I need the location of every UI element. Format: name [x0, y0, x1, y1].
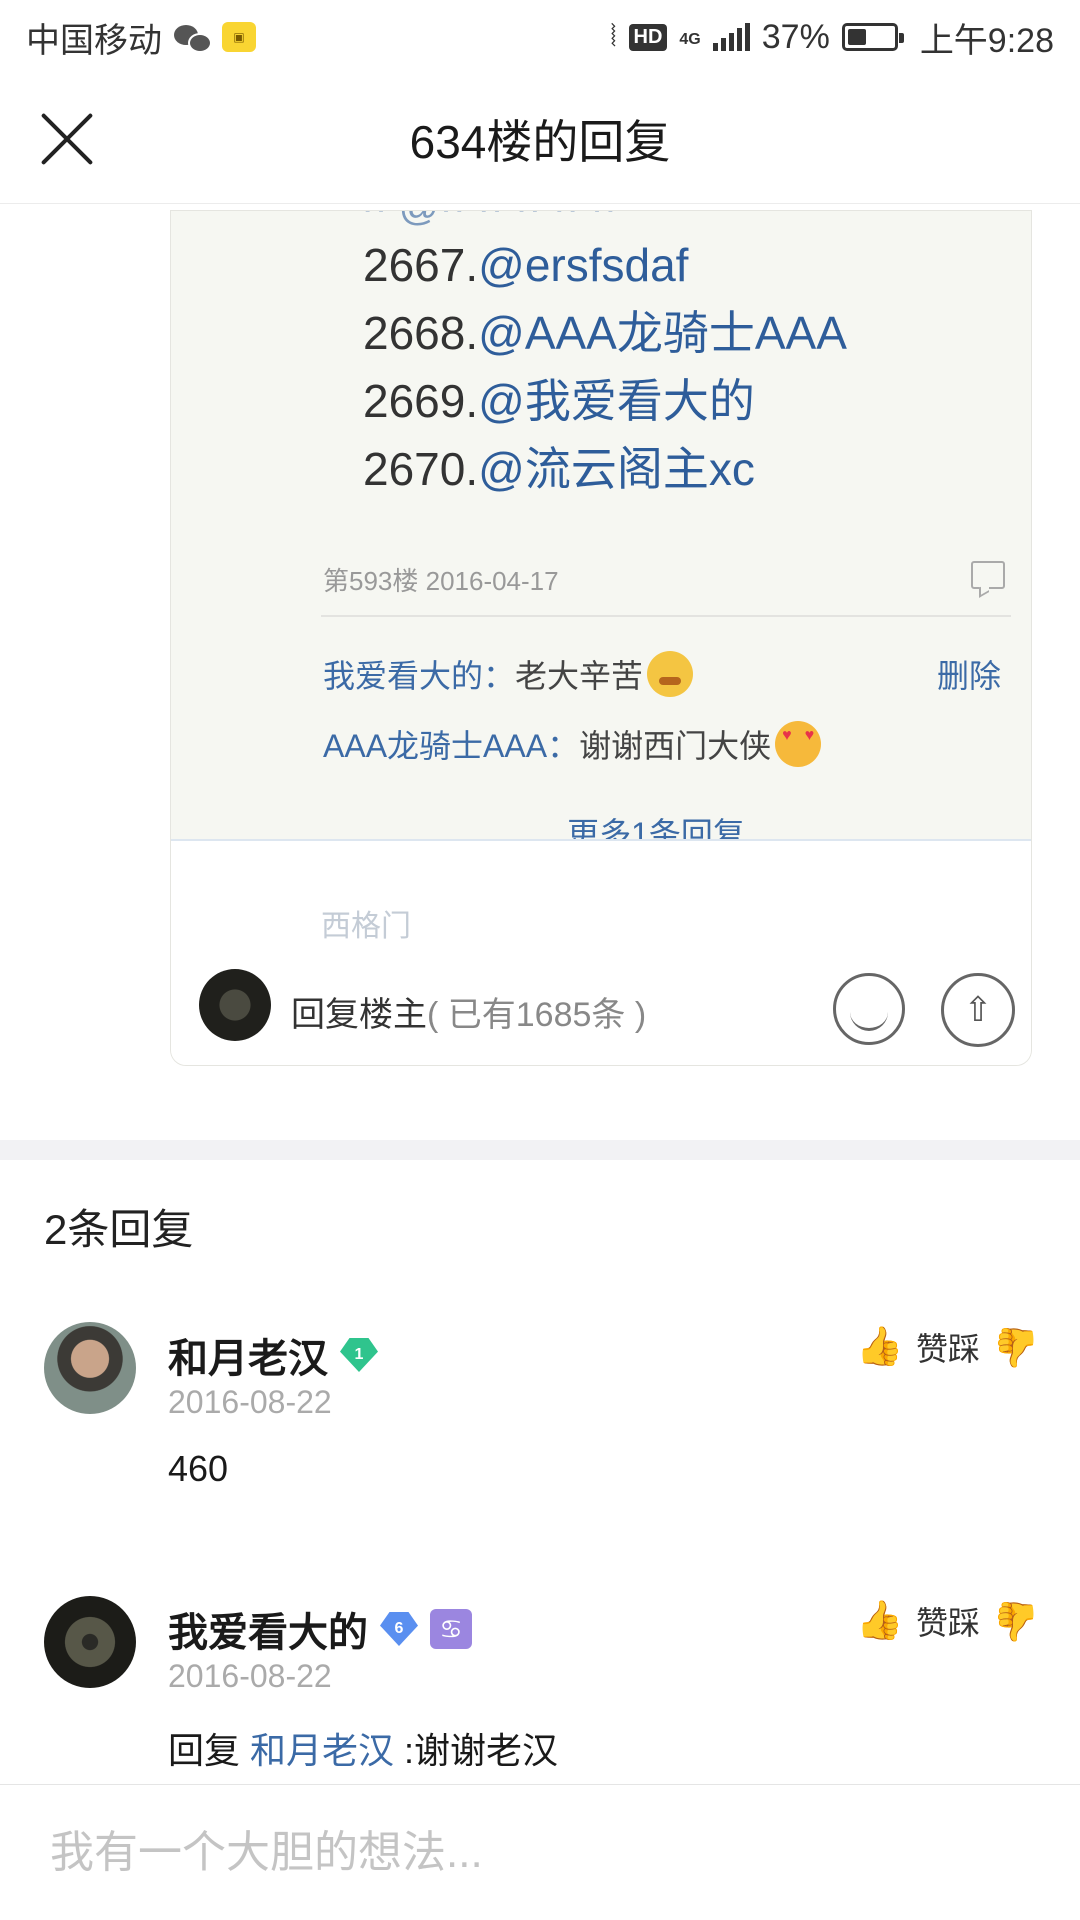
replies-count-title: 2条回复: [44, 1206, 194, 1253]
section-divider: [0, 1140, 1080, 1160]
mention-line: 2670.@流云阁主xc: [363, 443, 755, 495]
vote-label: 赞踩: [915, 1331, 980, 1367]
clock: 上午9:28: [919, 21, 1054, 60]
reply-item: 和月老汉 1 2016-08-22 460 👍 赞踩 👍: [0, 1322, 1080, 1502]
angry-emoji-icon: [647, 651, 694, 697]
mention-line: 2669.@我爱看大的: [363, 375, 755, 427]
thumbs-down-icon[interactable]: 👍: [993, 1324, 1040, 1370]
comment-input-bar: [0, 1784, 1080, 1920]
battery-percent: 37%: [761, 17, 830, 56]
mention-list: 2667.@ersfsdaf 2668.@AAA龙骑士AAA 2669.@我爱看…: [363, 231, 847, 503]
thumbs-up-icon[interactable]: 👍: [856, 1324, 903, 1370]
heart-eyes-emoji-icon: [775, 721, 822, 767]
top-nav-bar: 634楼的回复: [0, 74, 1080, 204]
app-notification-icon: ▣: [222, 22, 256, 52]
vote-label: 赞踩: [915, 1605, 980, 1641]
vote-group: 👍 赞踩 👍: [856, 1324, 1040, 1370]
status-bar: 中国移动 ▣ ⦚ HD 4G 37% 上午9:28: [0, 0, 1080, 74]
cut-off-line: ·· @·· ·· ·· ·· ··: [361, 211, 617, 230]
network-label: 4G: [679, 30, 701, 48]
hd-badge: HD: [628, 23, 668, 51]
reply-author[interactable]: 我爱看大的 6 ♋: [168, 1600, 472, 1658]
share-icon: ⇧: [941, 973, 1015, 1047]
level-badge-icon: 6: [380, 1612, 418, 1646]
mention-link[interactable]: 和月老汉: [250, 1730, 394, 1771]
mention-line: 2668.@AAA龙骑士AAA: [363, 307, 847, 359]
reply-text: 460: [168, 1448, 229, 1489]
thumbs-down-icon[interactable]: 👍: [993, 1598, 1040, 1644]
level-badge-icon: 1: [340, 1338, 378, 1372]
status-right: ⦚ HD 4G 37% 上午9:28: [610, 13, 1054, 62]
image-reply-1: 我爱看大的： 老大辛苦: [323, 651, 694, 697]
signal-icon: [712, 23, 750, 51]
laugh-emoji-icon: [833, 973, 905, 1045]
image-reply-floor: 回复楼主( 已有1685条 ): [291, 996, 647, 1034]
wechat-icon: [174, 23, 212, 53]
reply-author[interactable]: 和月老汉 1: [168, 1326, 378, 1384]
image-reply-2: AAA龙骑士AAA： 谢谢西门大侠: [323, 721, 822, 767]
reply-item: 我爱看大的 6 ♋ 2016-08-22 回复 和月老汉 :谢谢老汉 👍 赞踩 …: [0, 1596, 1080, 1776]
image-delete-label: 删除: [936, 658, 1001, 694]
battery-icon: [841, 23, 904, 51]
vibrate-icon: ⦚: [610, 20, 617, 53]
floor-meta: 第593楼 2016-04-17: [323, 566, 559, 596]
status-left: 中国移动 ▣: [26, 13, 256, 62]
reply-text: 回复 和月老汉 :谢谢老汉: [168, 1730, 559, 1771]
mention-line: 2667.@ersfsdaf: [363, 239, 689, 291]
avatar[interactable]: [44, 1322, 136, 1414]
comment-input[interactable]: [20, 1803, 1060, 1903]
thumbs-up-icon[interactable]: 👍: [856, 1598, 903, 1644]
carrier-label: 中国移动: [26, 21, 162, 60]
vote-group: 👍 赞踩 👍: [856, 1598, 1040, 1644]
page-title: 634楼的回复: [409, 115, 671, 168]
image-faded-name: 西格门: [321, 910, 411, 943]
reply-date: 2016-08-22: [168, 1384, 332, 1420]
image-avatar: [199, 969, 271, 1041]
reply-date: 2016-08-22: [168, 1658, 332, 1694]
cancer-zodiac-icon: ♋: [430, 1609, 472, 1649]
comment-icon: [971, 561, 1005, 589]
divider: [321, 615, 1011, 617]
post-image[interactable]: ·· @·· ·· ·· ·· ·· 2667.@ersfsdaf 2668.@…: [170, 210, 1032, 1066]
avatar[interactable]: [44, 1596, 136, 1688]
close-icon[interactable]: [38, 110, 96, 168]
